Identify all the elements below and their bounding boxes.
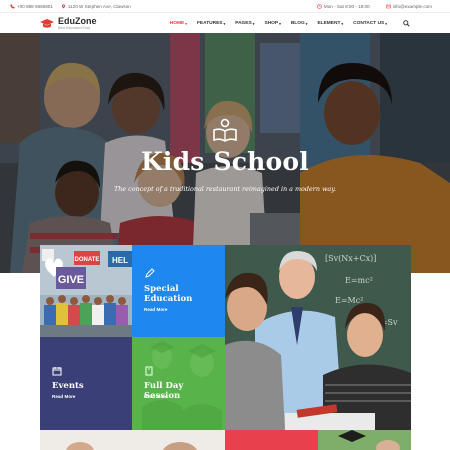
chevron-down-icon: ▾ bbox=[279, 21, 281, 26]
board-text-3: E=Mc² bbox=[335, 296, 363, 305]
bottom-right-image bbox=[318, 430, 411, 450]
events-title: Events bbox=[52, 381, 84, 391]
location-icon bbox=[61, 4, 65, 8]
book-icon bbox=[145, 366, 153, 376]
hours-info: Mon - Sat 8:00 - 18:00 bbox=[317, 4, 370, 9]
graduation-cap-icon bbox=[40, 18, 54, 28]
chevron-down-icon: ▾ bbox=[385, 21, 387, 26]
nav-item-contact[interactable]: CONTACT US ▾ bbox=[353, 21, 387, 26]
reading-book-icon bbox=[213, 118, 237, 142]
bottom-photo-right bbox=[318, 430, 411, 450]
teacher-classroom-image: [Sv(Nx+Cx)] E=mc² E=Mc² V=Sv bbox=[225, 245, 411, 430]
brand-tagline: Best Education Envy bbox=[58, 25, 91, 30]
give-sign: GIVE bbox=[58, 274, 84, 286]
calendar-icon bbox=[52, 367, 62, 376]
chevron-down-icon: ▾ bbox=[185, 21, 187, 26]
chevron-down-icon: ▾ bbox=[252, 21, 255, 26]
board-text-2: E=mc² bbox=[345, 276, 373, 285]
chevron-down-icon: ▾ bbox=[223, 21, 226, 26]
address-info: 1120 W Stephen Ave, Clawson bbox=[61, 4, 131, 9]
nav-item-blog[interactable]: BLOG ▾ bbox=[291, 21, 308, 26]
bottom-photo-left bbox=[40, 430, 225, 450]
volunteers-photo: DONATE GIVE HEL bbox=[40, 245, 132, 337]
main-menu: HOME ▾ FEATURES ▾ PAGES ▾ SHOP ▾ BLOG ▾ ELEME… bbox=[170, 20, 410, 27]
chevron-down-icon: ▾ bbox=[341, 21, 344, 26]
hero-title: Kids School bbox=[141, 147, 309, 176]
help-sign: HEL bbox=[112, 256, 128, 265]
events-read-more[interactable]: Read More bbox=[52, 394, 76, 399]
full-day-session-card[interactable]: Full Day Session Read More bbox=[132, 337, 225, 430]
chevron-down-icon: ▾ bbox=[305, 21, 308, 26]
brand-name: EduZone bbox=[58, 15, 97, 26]
site-logo[interactable]: EduZone Best Education Envy bbox=[40, 15, 97, 31]
mail-icon bbox=[385, 4, 391, 8]
hero-subtitle: The concept of a traditional restaurant … bbox=[113, 185, 337, 193]
address-text: 1120 W Stephen Ave, Clawson bbox=[67, 3, 131, 9]
pencil-icon bbox=[145, 268, 155, 278]
email-info: info@example.com bbox=[385, 4, 432, 9]
events-card[interactable]: Events Read More bbox=[40, 337, 132, 430]
top-info-bar: +00 888 9666801 1120 W Stephen Ave, Claw… bbox=[0, 0, 450, 12]
clock-icon bbox=[317, 3, 322, 9]
nav-item-element[interactable]: ELEMENT ▾ bbox=[317, 21, 343, 26]
special-education-title: Special Education bbox=[144, 284, 193, 305]
phone-info: +00 888 9666801 bbox=[10, 4, 53, 9]
board-text-1: [Sv(Nx+Cx)] bbox=[325, 254, 376, 263]
special-education-card[interactable]: Special Education Read More bbox=[132, 245, 225, 337]
nav-item-pages[interactable]: PAGES ▾ bbox=[235, 21, 254, 26]
hero-banner: Kids School The concept of a traditional… bbox=[0, 33, 450, 273]
bottom-red-tile[interactable] bbox=[225, 430, 318, 450]
main-navbar: EduZone Best Education Envy HOME ▾ FEATUR… bbox=[0, 12, 450, 34]
nav-item-features[interactable]: FEATURES ▾ bbox=[197, 21, 225, 26]
hours-text: Mon - Sat 8:00 - 18:00 bbox=[323, 3, 370, 9]
search-icon[interactable] bbox=[403, 20, 410, 27]
email-text[interactable]: info@example.com bbox=[393, 4, 432, 9]
phone-text[interactable]: +00 888 9666801 bbox=[17, 4, 53, 9]
teacher-students-photo: [Sv(Nx+Cx)] E=mc² E=Mc² V=Sv bbox=[225, 245, 411, 430]
full-day-session-read-more[interactable]: Read More bbox=[144, 394, 168, 399]
special-education-read-more[interactable]: Read More bbox=[144, 307, 168, 312]
phone-icon bbox=[10, 4, 15, 8]
volunteers-image: DONATE GIVE HEL bbox=[40, 245, 132, 337]
nav-item-home[interactable]: HOME ▾ bbox=[170, 21, 187, 26]
bottom-left-image bbox=[40, 430, 225, 450]
donate-sign: DONATE bbox=[75, 257, 100, 263]
nav-item-shop[interactable]: SHOP ▾ bbox=[264, 21, 280, 26]
